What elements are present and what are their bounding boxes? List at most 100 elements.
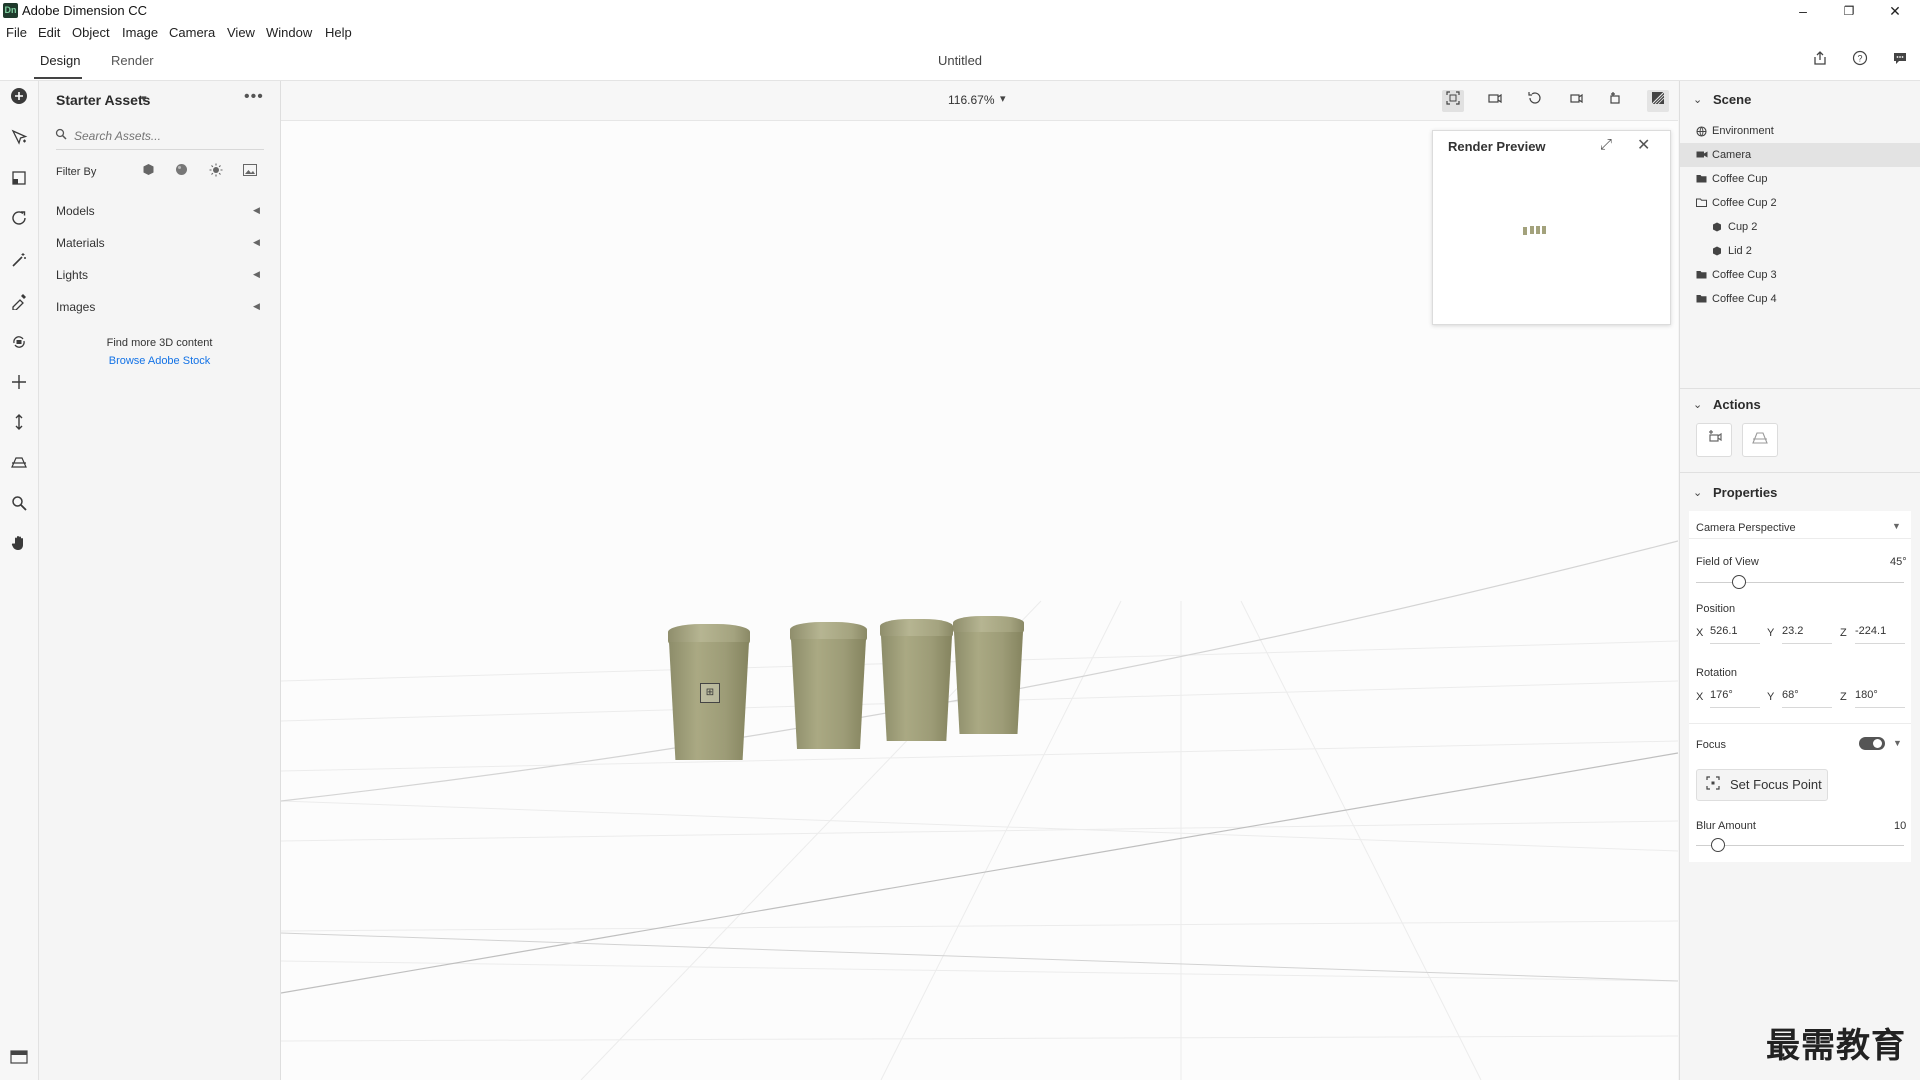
- properties-section-title[interactable]: Properties: [1713, 485, 1777, 500]
- scene-section-title[interactable]: Scene: [1713, 92, 1751, 107]
- horizon-icon[interactable]: [5, 452, 33, 480]
- rotation-y-field[interactable]: 68°: [1782, 689, 1832, 708]
- menu-file[interactable]: File: [6, 25, 27, 40]
- position-y-field[interactable]: 23.2: [1782, 625, 1832, 644]
- menu-object[interactable]: Object: [72, 25, 110, 40]
- models-filter-icon[interactable]: [139, 163, 157, 181]
- lights-filter-icon[interactable]: [207, 163, 225, 181]
- select-box-icon[interactable]: [5, 168, 33, 196]
- browse-adobe-stock-link[interactable]: Browse Adobe Stock: [39, 355, 280, 367]
- expand-icon[interactable]: ⤢: [1600, 136, 1612, 153]
- feedback-icon[interactable]: [1890, 50, 1910, 70]
- menu-view[interactable]: View: [227, 25, 255, 40]
- rotation-z-label: Z: [1840, 691, 1847, 703]
- chevron-left-icon[interactable]: ◀: [253, 205, 260, 216]
- category-images[interactable]: Images: [56, 300, 95, 314]
- add-camera-bookmark-icon[interactable]: [1605, 90, 1627, 112]
- close-window-button[interactable]: ✕: [1872, 0, 1918, 22]
- camera-bookmark-icon[interactable]: [1484, 90, 1506, 112]
- rotation-x-label: X: [1696, 691, 1704, 703]
- help-icon[interactable]: ?: [1850, 50, 1870, 70]
- menu-edit[interactable]: Edit: [38, 25, 60, 40]
- chevron-left-icon[interactable]: ◀: [253, 301, 260, 312]
- chevron-down-icon[interactable]: ▼: [1893, 738, 1902, 748]
- fit-view-icon[interactable]: [1442, 90, 1464, 112]
- find-more-text: Find more 3D content: [106, 337, 213, 349]
- camera-undo-icon[interactable]: [1524, 90, 1546, 112]
- camera-redo-icon[interactable]: [1565, 90, 1587, 112]
- actions-section-title[interactable]: Actions: [1713, 397, 1761, 412]
- field-of-view-value[interactable]: 45°: [1890, 556, 1907, 568]
- coffee-cup-lid[interactable]: [668, 624, 750, 644]
- menu-camera[interactable]: Camera: [169, 25, 215, 40]
- position-z-field[interactable]: -224.1: [1855, 625, 1905, 644]
- assets-library-title[interactable]: Starter Assets: [56, 92, 150, 108]
- dolly-camera-icon[interactable]: [5, 412, 33, 440]
- menu-help[interactable]: Help: [325, 25, 352, 40]
- place-on-ground-icon[interactable]: [1696, 423, 1732, 457]
- close-icon[interactable]: ✕: [1637, 135, 1650, 155]
- panel-toggle-icon[interactable]: [8, 1050, 30, 1068]
- chevron-down-icon[interactable]: ▾: [1000, 92, 1006, 105]
- divider: [1689, 723, 1911, 724]
- chevron-down-icon[interactable]: ▾: [141, 92, 147, 105]
- add-icon[interactable]: [5, 86, 33, 114]
- coffee-cup-4-lid[interactable]: [953, 616, 1024, 633]
- chevron-down-icon[interactable]: ⌄: [1693, 486, 1702, 499]
- blur-amount-value[interactable]: 10: [1894, 820, 1906, 832]
- menu-window[interactable]: Window: [266, 25, 312, 40]
- chevron-down-icon[interactable]: ⌄: [1693, 93, 1702, 106]
- match-perspective-icon[interactable]: [1742, 423, 1778, 457]
- hand-icon[interactable]: [5, 533, 33, 561]
- magic-wand-icon[interactable]: [5, 250, 33, 278]
- app-title: Adobe Dimension CC: [22, 3, 148, 18]
- model-icon: [1712, 222, 1722, 235]
- field-of-view-slider[interactable]: [1731, 575, 1746, 589]
- search-icon: [55, 128, 67, 143]
- chevron-down-icon[interactable]: ▼: [1892, 521, 1901, 531]
- zoom-icon[interactable]: [5, 493, 33, 521]
- watermark: 最需教育: [1766, 1026, 1906, 1066]
- render-preview-toggle-icon[interactable]: [1647, 90, 1669, 112]
- scene-item-label: Environment: [1712, 125, 1774, 137]
- category-materials[interactable]: Materials: [56, 236, 105, 250]
- position-x-field[interactable]: 526.1: [1710, 625, 1760, 644]
- pan-camera-icon[interactable]: [5, 372, 33, 400]
- chevron-left-icon[interactable]: ◀: [253, 237, 260, 248]
- title-bar: [0, 0, 1920, 22]
- select-icon[interactable]: [5, 127, 33, 155]
- blur-amount-slider[interactable]: [1710, 838, 1725, 852]
- restore-button[interactable]: ❐: [1826, 0, 1872, 22]
- coffee-cup-4[interactable]: [954, 632, 1023, 734]
- rotation-z-field[interactable]: 180°: [1855, 689, 1905, 708]
- rotation-x-field[interactable]: 176°: [1710, 689, 1760, 708]
- scene-item-label: Coffee Cup 2: [1712, 197, 1777, 209]
- render-preview-title: Render Preview: [1448, 139, 1546, 154]
- active-tab-indicator: [34, 77, 82, 79]
- materials-filter-icon[interactable]: [172, 163, 190, 181]
- focus-toggle-knob: [1873, 739, 1882, 748]
- position-y-label: Y: [1767, 627, 1775, 639]
- minimize-button[interactable]: –: [1780, 0, 1826, 22]
- category-lights[interactable]: Lights: [56, 268, 88, 282]
- category-models[interactable]: Models: [56, 204, 95, 218]
- share-icon[interactable]: [1810, 50, 1830, 70]
- orbit-icon[interactable]: [5, 208, 33, 236]
- rotate-camera-icon[interactable]: [5, 332, 33, 360]
- search-assets-input[interactable]: [74, 126, 262, 146]
- divider: [1689, 538, 1911, 539]
- scene-item-label: Coffee Cup: [1712, 173, 1768, 185]
- chevron-left-icon[interactable]: ◀: [253, 269, 260, 280]
- zoom-level[interactable]: 116.67%: [948, 93, 994, 107]
- coffee-cup-3[interactable]: [881, 636, 952, 741]
- coffee-cup-3-lid[interactable]: [880, 619, 953, 637]
- focus-point-target-icon[interactable]: ⊞: [700, 683, 720, 703]
- images-filter-icon[interactable]: [241, 163, 259, 181]
- chevron-down-icon[interactable]: ⌄: [1693, 398, 1702, 411]
- menu-image[interactable]: Image: [122, 25, 158, 40]
- camera-type-select[interactable]: Camera Perspective: [1696, 522, 1796, 534]
- sample-material-icon[interactable]: [5, 291, 33, 319]
- scene-item-label: Cup 2: [1728, 221, 1758, 233]
- more-options-icon[interactable]: •••: [244, 88, 264, 106]
- coffee-cup-2[interactable]: [791, 639, 866, 749]
